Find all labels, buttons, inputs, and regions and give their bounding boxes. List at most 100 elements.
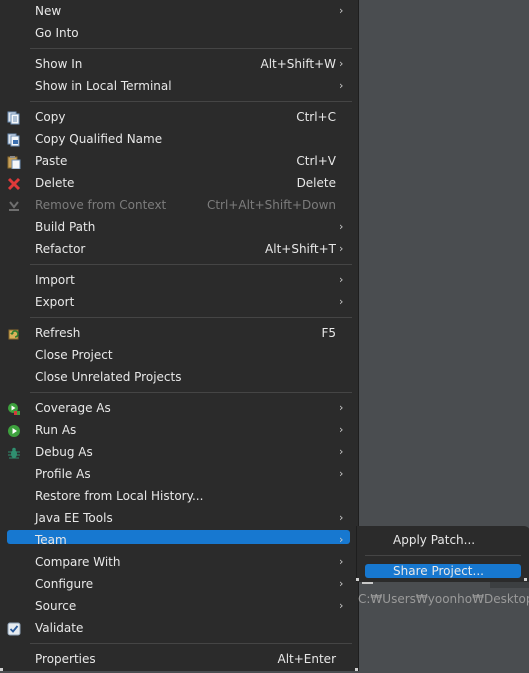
menu-item-label: Source [35, 599, 77, 613]
menu-item-label: Copy [35, 110, 66, 124]
submenu-arrow-icon: › [339, 401, 344, 414]
menu-item-export[interactable]: Export › [0, 291, 352, 313]
submenu-arrow-icon: › [339, 467, 344, 480]
debug-bug-icon [7, 445, 21, 459]
menu-item-label: Java EE Tools [35, 511, 113, 525]
submenu-item-apply-patch[interactable]: Apply Patch... [365, 530, 521, 550]
submenu-arrow-icon: › [339, 511, 344, 524]
submenu-arrow-icon: › [339, 445, 344, 458]
menu-item-restore-from-local-history[interactable]: Restore from Local History... [0, 485, 352, 507]
menu-item-shortcut: Alt+Shift+T [265, 242, 336, 256]
delete-icon [7, 176, 21, 191]
menu-item-label: Refactor [35, 242, 86, 256]
menu-item-label: Restore from Local History... [35, 489, 204, 503]
background-path-text: C:₩Users₩yoonho₩Desktop₩비 [358, 592, 529, 606]
menu-item-close-project[interactable]: Close Project [0, 344, 352, 366]
submenu-arrow-icon: › [339, 242, 344, 255]
menu-item-import[interactable]: Import › [0, 269, 352, 291]
menu-item-properties[interactable]: Properties Alt+Enter [0, 648, 352, 670]
copy-icon [7, 110, 21, 125]
menu-item-compare-with[interactable]: Compare With › [0, 551, 352, 573]
menu-separator [30, 643, 352, 644]
menu-item-label: Go Into [35, 26, 79, 40]
submenu-arrow-icon: › [339, 555, 344, 568]
submenu-arrow-icon: › [339, 57, 344, 70]
menu-item-label: Delete [35, 176, 75, 190]
menu-item-label: Team [35, 533, 67, 547]
menu-item-build-path[interactable]: Build Path › [0, 216, 352, 238]
menu-item-go-into[interactable]: Go Into [0, 22, 352, 44]
resize-handle-icon [356, 578, 359, 581]
menu-separator [365, 555, 521, 556]
menu-item-label: Coverage As [35, 401, 111, 415]
menu-item-source[interactable]: Source › [0, 595, 352, 617]
menu-item-label: Close Project [35, 348, 113, 362]
menu-item-delete[interactable]: Delete Delete [0, 172, 352, 194]
menu-item-shortcut: Ctrl+C [296, 110, 336, 124]
menu-item-label: Debug As [35, 445, 93, 459]
submenu-item-share-project[interactable]: Share Project... [365, 561, 521, 581]
menu-separator [30, 101, 352, 102]
menu-item-run-as[interactable]: Run As › [0, 419, 352, 441]
menu-item-new[interactable]: New › [0, 0, 352, 22]
menu-item-shortcut: Alt+Enter [277, 652, 336, 666]
menu-separator [30, 317, 352, 318]
menu-item-shortcut: Alt+Shift+W [260, 57, 337, 71]
copy-qualified-icon [7, 132, 21, 147]
menu-item-label: Apply Patch... [393, 533, 476, 547]
menu-item-label: Import [35, 273, 75, 287]
menu-item-label: Copy Qualified Name [35, 132, 163, 146]
menu-item-close-unrelated-projects[interactable]: Close Unrelated Projects [0, 366, 352, 388]
background-divider [362, 582, 373, 584]
menu-item-label: Export [35, 295, 75, 309]
resize-handle-icon [524, 578, 527, 581]
menu-item-profile-as[interactable]: Profile As › [0, 463, 352, 485]
menu-item-remove-from-context: Remove from Context Ctrl+Alt+Shift+Down [0, 194, 352, 216]
menu-item-validate[interactable]: Validate [0, 617, 352, 639]
submenu-arrow-icon: › [339, 273, 344, 286]
menu-item-copy[interactable]: Copy Ctrl+C [0, 106, 352, 128]
paste-icon [7, 154, 21, 170]
menu-item-paste[interactable]: Paste Ctrl+V [0, 150, 352, 172]
menu-item-refresh[interactable]: Refresh F5 [0, 322, 352, 344]
menu-item-label: Profile As [35, 467, 91, 481]
menu-item-configure[interactable]: Configure › [0, 573, 352, 595]
run-icon [7, 423, 21, 437]
submenu-arrow-icon: › [339, 220, 344, 233]
menu-item-show-in[interactable]: Show In Alt+Shift+W › [0, 53, 352, 75]
menu-item-label: Properties [35, 652, 96, 666]
menu-item-label: Show in Local Terminal [35, 79, 172, 93]
team-submenu: Apply Patch... Share Project... [356, 526, 529, 582]
menu-item-refactor[interactable]: Refactor Alt+Shift+T › [0, 238, 352, 260]
menu-item-label: Run As [35, 423, 77, 437]
menu-item-label: Close Unrelated Projects [35, 370, 182, 384]
coverage-icon [7, 401, 21, 415]
menu-item-shortcut: Ctrl+Alt+Shift+Down [206, 198, 336, 212]
menu-item-label: Show In [35, 57, 83, 71]
submenu-arrow-icon: › [339, 295, 344, 308]
menu-item-copy-qualified-name[interactable]: Copy Qualified Name [0, 128, 352, 150]
menu-item-coverage-as[interactable]: Coverage As › [0, 397, 352, 419]
submenu-arrow-icon: › [339, 577, 344, 590]
menu-separator [30, 48, 352, 49]
resize-handle-icon [355, 668, 358, 671]
project-context-menu: New › Go Into Show In Alt+Shift+W › Show… [0, 0, 359, 671]
submenu-arrow-icon: › [339, 423, 344, 436]
menu-item-team[interactable]: Team › [0, 529, 352, 551]
menu-item-java-ee-tools[interactable]: Java EE Tools › [0, 507, 352, 529]
menu-item-label: Paste [35, 154, 68, 168]
menu-item-label: Share Project... [393, 564, 484, 578]
menu-item-show-in-local-terminal[interactable]: Show in Local Terminal › [0, 75, 352, 97]
menu-item-label: Compare With [35, 555, 121, 569]
menu-item-label: Build Path [35, 220, 96, 234]
menu-separator [30, 264, 352, 265]
menu-item-label: New [35, 4, 62, 18]
submenu-arrow-icon: › [339, 4, 344, 17]
menu-item-debug-as[interactable]: Debug As › [0, 441, 352, 463]
remove-context-icon [7, 198, 21, 212]
submenu-arrow-icon: › [339, 599, 344, 612]
menu-item-shortcut: Ctrl+V [296, 154, 336, 168]
menu-item-label: Remove from Context [35, 198, 167, 212]
menu-item-shortcut: F5 [321, 326, 336, 340]
checkbox-checked-icon [7, 621, 21, 636]
